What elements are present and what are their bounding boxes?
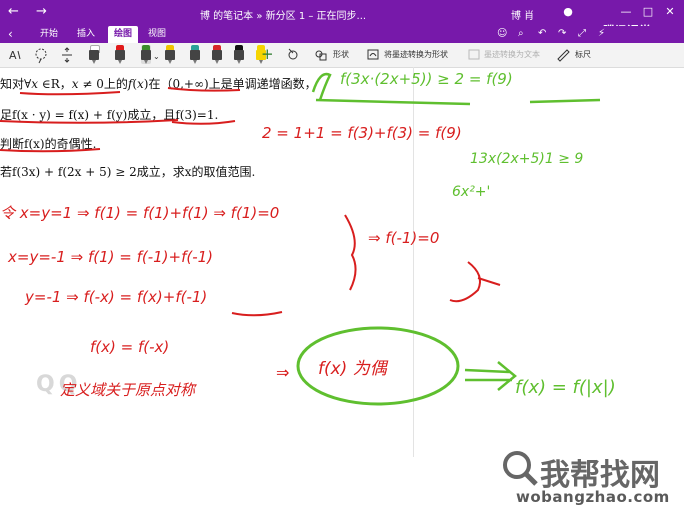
- pen-red[interactable]: [115, 45, 125, 64]
- ruler-button[interactable]: 标尺: [575, 49, 591, 60]
- user-name[interactable]: 博 肖: [511, 7, 534, 22]
- minimize-button[interactable]: —: [618, 3, 634, 21]
- tab-draw[interactable]: 绘图: [108, 26, 139, 43]
- tab-home[interactable]: 开始: [34, 26, 64, 43]
- svg-text:A: A: [9, 49, 17, 62]
- share-icon[interactable]: ☺: [497, 28, 507, 39]
- user-avatar[interactable]: ●: [560, 3, 576, 21]
- title-bar: ← → 博 的笔记本 » 新分区 1 – 正在同步... 博 肖 ● — □ ✕: [0, 0, 684, 26]
- ink-settings-icon[interactable]: [286, 45, 300, 65]
- type-icon[interactable]: A: [8, 45, 22, 65]
- ink-to-shape-button[interactable]: 将墨迹转换为形状: [384, 49, 448, 60]
- back-arrow-icon[interactable]: ←: [8, 5, 19, 19]
- ruler-icon[interactable]: [556, 45, 570, 65]
- faint-watermark: QQ: [36, 372, 82, 397]
- site-watermark-url: wobangzhao.com: [516, 488, 670, 506]
- forward-arrow-icon[interactable]: →: [36, 5, 47, 19]
- shapes-button[interactable]: 形状: [333, 49, 349, 60]
- redo-icon[interactable]: ↷: [558, 28, 566, 39]
- lasso-select-icon[interactable]: [34, 45, 48, 65]
- pen-yellow[interactable]: [165, 45, 175, 64]
- tab-view[interactable]: 视图: [142, 26, 172, 43]
- problem-line-4: 若f(3x) + f(2x + 5) ≥ 2成立，求x的取值范围.: [0, 165, 256, 179]
- ink-to-shape-icon[interactable]: [366, 45, 380, 65]
- chevron-left-icon[interactable]: ‹: [8, 26, 13, 42]
- close-button[interactable]: ✕: [662, 3, 678, 21]
- pen-black[interactable]: [234, 45, 244, 64]
- window-title: 博 的笔记本 » 新分区 1 – 正在同步...: [200, 11, 367, 22]
- lightning-icon[interactable]: ⚡: [598, 28, 605, 39]
- problem-line-3: 判断f(x)的奇偶性.: [0, 137, 97, 151]
- pen-crimson[interactable]: [212, 45, 222, 64]
- problem-line-2: 足f(x · y) = f(x) + f(y)成立，且f(3)=1.: [0, 108, 219, 122]
- search-icon[interactable]: ⌕: [518, 28, 524, 39]
- page-margin-line: [413, 67, 414, 457]
- pen-teal[interactable]: [190, 45, 200, 64]
- add-space-icon[interactable]: [60, 45, 74, 65]
- undo-icon[interactable]: ↶: [538, 28, 546, 39]
- ink-to-text-button[interactable]: 墨迹转换为文本: [484, 49, 540, 60]
- tab-insert[interactable]: 插入: [71, 26, 101, 43]
- fullscreen-icon[interactable]: ⤢: [578, 28, 586, 39]
- note-canvas[interactable]: [0, 67, 684, 515]
- restore-button[interactable]: □: [640, 3, 656, 21]
- add-pen-icon[interactable]: +: [261, 45, 275, 65]
- ribbon-tabs: ‹ 开始 插入 绘图 视图 ☺ ⌕ ↶ ↷ ⤢ ⚡: [0, 26, 684, 43]
- ink-to-text-icon[interactable]: [467, 45, 481, 65]
- magnifier-logo-icon: [503, 451, 538, 486]
- shapes-icon[interactable]: [314, 45, 328, 65]
- draw-toolbar: A ⌄ + 形状 将墨迹转换为形状 墨迹转换为文本 标尺: [0, 43, 684, 68]
- pen-white[interactable]: [89, 45, 100, 64]
- pen-green-selected[interactable]: [141, 45, 151, 64]
- problem-line-1: 知对∀x ∈R，x ≠ 0上的f(x)在（0,+∞)上是单调递增函数，: [0, 77, 317, 91]
